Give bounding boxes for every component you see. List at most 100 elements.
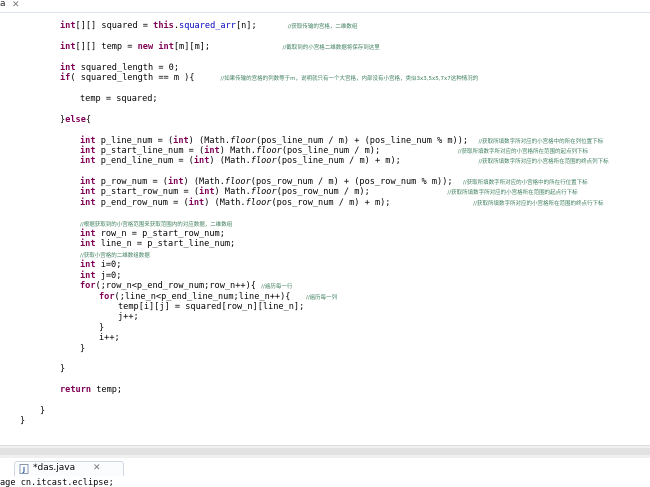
code-text: j=0;: [95, 271, 122, 281]
keyword-token: int: [80, 198, 96, 208]
code-line: int p_end_line_num = (int) (Math.floor(p…: [80, 156, 609, 168]
code-text: }: [60, 364, 66, 374]
code-comment: //获取所填数字所对应的小宫格所在范围的终点行下标: [473, 201, 604, 207]
keyword-token: int: [80, 271, 96, 281]
code-text: (pos_row_num / m);: [276, 187, 448, 197]
code-comment: //获取小宫格的二维数组数据: [80, 253, 150, 259]
keyword-token: int: [60, 21, 76, 31]
code-text: {: [85, 115, 92, 125]
code-text: j++;: [118, 312, 139, 322]
code-line: }else{: [60, 115, 91, 126]
code-text: ) (Math.: [204, 198, 246, 208]
code-line: int line_n = p_start_line_num;: [80, 239, 235, 250]
keyword-token: for: [80, 281, 96, 291]
code-line: }: [60, 364, 65, 375]
code-line: if( squared_length == m ){ //如果传输的宫格的列数等…: [60, 73, 478, 85]
code-line: int[][] temp = new int[m][m]; //截取到的小宫格二…: [60, 42, 380, 54]
code-comment: //获取所填数字所对应的小宫格所在范围的起点列下标: [457, 149, 588, 155]
tab-das-java[interactable]: J *das.java ✕: [14, 461, 124, 476]
keyword-token: for: [99, 292, 115, 302]
keyword-token: int: [188, 198, 205, 208]
code-text: temp[i][j] = squared[row_n][line_n];: [118, 302, 305, 312]
horizontal-scrollbar[interactable]: [0, 445, 650, 459]
keyword-token: int: [80, 136, 96, 146]
code-text: }: [99, 323, 105, 333]
keyword-token: else: [65, 115, 86, 125]
editor-tab-label[interactable]: a: [0, 0, 6, 9]
keyword-token: int: [193, 156, 210, 166]
code-line: }: [20, 416, 25, 427]
code-text: p_start_line_num = (: [95, 146, 205, 156]
code-comment: //截取到的小宫格二维数据将保存到这里: [282, 45, 380, 51]
code-text: }: [20, 416, 26, 426]
java-file-icon: J: [19, 464, 29, 474]
code-comment: //如果传输的宫格的列数等于m，说明就只有一个大宫格，内部没有小宫格，类似3x3…: [220, 76, 479, 82]
code-text: (;row_n<p_end_row_num;row_n++){: [95, 281, 262, 291]
code-editor[interactable]: int[][] squared = this.squared_arr[n]; /…: [0, 13, 650, 445]
code-line: temp[i][j] = squared[row_n][line_n];: [118, 302, 304, 313]
code-line: }: [40, 406, 45, 417]
code-line: int[][] squared = this.squared_arr[n]; /…: [60, 21, 357, 33]
keyword-token: int: [167, 177, 184, 187]
code-comment: //获取所填数字所对应的小宫格所在范围的起点行下标: [447, 190, 578, 196]
static-method-token: floor: [255, 146, 282, 156]
code-text: p_end_row_num = (: [95, 198, 189, 208]
code-text: line_n = p_start_line_num;: [95, 239, 236, 249]
tab-label: *das.java: [33, 463, 76, 473]
static-method-token: floor: [245, 198, 272, 208]
code-text: (;line_n<p_end_line_num;line_n++){: [114, 292, 306, 302]
code-line: int i=0;: [80, 260, 121, 271]
keyword-token: int: [158, 42, 174, 52]
keyword-token: int: [80, 239, 96, 249]
code-text: ) Math.: [219, 146, 256, 156]
keyword-token: int: [80, 146, 96, 156]
code-text: p_end_line_num = (: [95, 156, 194, 166]
code-text: (pos_line_num / m) + (pos_line_num % m))…: [255, 136, 479, 146]
code-text: }: [80, 344, 86, 354]
code-text: p_row_num = (: [95, 177, 168, 187]
code-comment: //获取传输的宫格，二维数组: [287, 24, 358, 30]
status-line: age cn.itcast.eclipse;: [0, 478, 114, 487]
code-text: temp;: [91, 385, 123, 395]
keyword-token: int: [80, 229, 96, 239]
keyword-token: int: [204, 146, 220, 156]
code-text: p_line_num = (: [95, 136, 174, 146]
keyword-token: int: [199, 187, 215, 197]
field-token: squared_arr: [179, 21, 236, 31]
code-text: [][] temp =: [75, 42, 138, 52]
code-text: (pos_row_num / m) + (pos_row_num % m));: [250, 177, 463, 187]
code-text: temp = squared;: [80, 94, 158, 104]
scrollbar-thumb[interactable]: [0, 448, 650, 455]
code-comment: //根据获取到的小宫格范围来获取范围内的对应数据，二维数组: [80, 222, 233, 228]
code-text: ) (Math.: [183, 177, 225, 187]
static-method-token: floor: [250, 156, 277, 166]
code-comment: //遍历每一列: [305, 295, 338, 301]
code-comment: //获取所填数字所对应的小宫格中的所在列位置下标: [478, 139, 604, 145]
code-comment: //获取所填数字所对应的小宫格中的所在行位置下标: [462, 180, 588, 186]
keyword-token: this: [153, 21, 174, 31]
code-text: squared_length = 0;: [75, 63, 180, 73]
code-text: [][] squared =: [75, 21, 154, 31]
close-icon[interactable]: ✕: [93, 463, 101, 473]
static-method-token: floor: [250, 187, 277, 197]
keyword-token: int: [60, 42, 76, 52]
code-comment: //获取所填数字所对应的小宫格所在范围的终点列下标: [478, 159, 609, 165]
code-line: i++;: [99, 333, 120, 344]
code-text: i=0;: [95, 260, 122, 270]
editor-tab-strip: a ✕: [0, 0, 650, 13]
code-text: [m][m];: [173, 42, 283, 52]
code-line: temp = squared;: [80, 94, 158, 105]
static-method-token: floor: [230, 136, 256, 146]
code-text: (pos_row_num / m) + m);: [271, 198, 474, 208]
code-text: }: [40, 406, 46, 416]
bottom-tab-strip: J *das.java ✕: [0, 458, 650, 476]
keyword-token: int: [80, 187, 96, 197]
svg-text:J: J: [22, 467, 25, 474]
close-icon[interactable]: ✕: [12, 0, 20, 10]
code-line: j++;: [118, 312, 139, 323]
code-comment: //遍历每一行: [261, 284, 293, 290]
code-line: }: [80, 344, 85, 355]
code-text: ( squared_length == m ){: [70, 73, 221, 83]
code-text: (pos_line_num / m) + m);: [276, 156, 479, 166]
keyword-token: return: [60, 385, 92, 395]
